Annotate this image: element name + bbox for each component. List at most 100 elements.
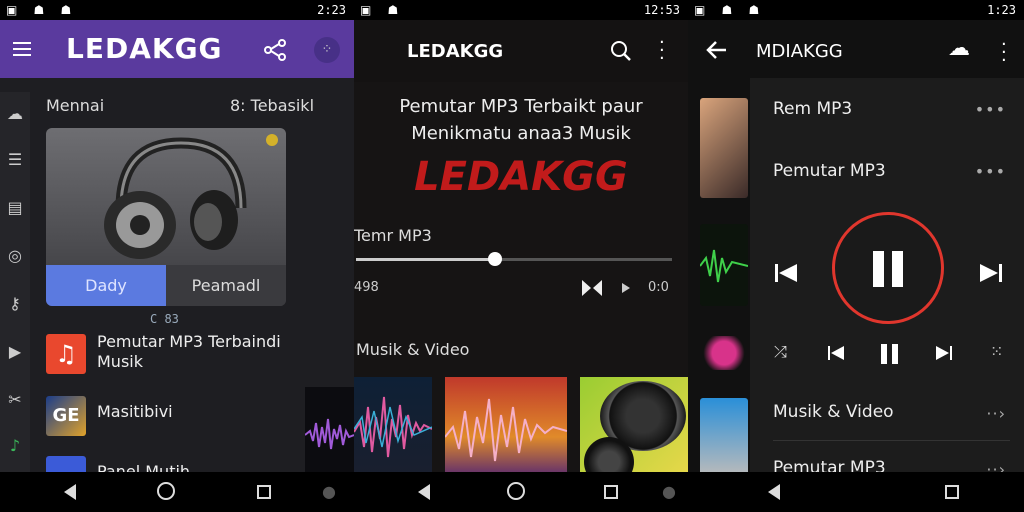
more-dots-icon[interactable]: •••: [975, 100, 1006, 119]
section-title: Musik & Video: [356, 340, 470, 359]
recents-icon[interactable]: [254, 482, 274, 502]
pause-icon: [892, 251, 903, 287]
shuffle-icon[interactable]: ⤮: [774, 342, 787, 362]
player-item-label[interactable]: Rem MP3: [773, 99, 852, 119]
equalizer-icon[interactable]: ♪: [5, 436, 25, 456]
status-time: 2:23: [317, 3, 346, 17]
pause-small-icon[interactable]: [880, 344, 900, 364]
cloud-icon[interactable]: ☁: [5, 104, 25, 124]
screen-now-playing: ▣ ☗ 12:53 LEDAKGG · · · Pemutar MP3 Terbai…: [354, 0, 688, 512]
notification-icons: ▣ ☗ ☗: [6, 3, 78, 17]
next-small-icon[interactable]: [936, 346, 952, 360]
home-icon[interactable]: [507, 482, 527, 502]
gallery-thumbnail: [700, 398, 748, 476]
playlist-icon[interactable]: ▤: [5, 198, 25, 218]
scissors-icon[interactable]: ✂: [5, 390, 25, 410]
home-icon[interactable]: [157, 482, 177, 502]
seek-progress: [356, 258, 496, 261]
section-filter[interactable]: 8: Tebasikl: [230, 96, 314, 115]
status-time: 12:53: [643, 3, 680, 17]
loading-icon[interactable]: ⁘: [314, 37, 340, 63]
back-icon[interactable]: [414, 482, 434, 502]
play-small-icon[interactable]: [622, 283, 630, 293]
divider: [773, 440, 1010, 441]
app-title: LEDAKGG: [407, 41, 504, 62]
app-bar: LEDAKGG ⁘: [0, 20, 354, 78]
previous-icon[interactable]: [775, 264, 797, 282]
previous-small-icon[interactable]: [828, 346, 844, 360]
recents-icon[interactable]: [601, 482, 621, 502]
headphones-image: [104, 137, 247, 259]
list-item[interactable]: ♫ Pemutar MP3 Terbaindi Musik: [46, 330, 286, 376]
screen-mini-player: ▣ ☗ ☗ 1:23 MDIAKGG ☁ · · · Rem MP3 ••• Pem…: [688, 0, 1024, 512]
search-icon[interactable]: [609, 39, 633, 63]
key-icon[interactable]: ⚷: [5, 294, 25, 314]
player-item-label[interactable]: Pemutar MP3: [773, 161, 886, 181]
app-thumbnail: [46, 456, 86, 472]
app-title: LEDAKGG: [66, 32, 223, 65]
more-icon[interactable]: · · ·: [1001, 36, 1007, 70]
headline: Pemutar MP3 Terbaikt paur Menikmatu anaa…: [399, 96, 643, 144]
section-title: Mennai: [46, 96, 105, 115]
more-dots-icon[interactable]: •••: [975, 162, 1006, 181]
menu-icon[interactable]: [13, 40, 33, 58]
pause-button[interactable]: [832, 212, 944, 324]
pause-icon: [873, 251, 884, 287]
badge-icon: [266, 134, 278, 146]
avatar-icon: ●: [322, 482, 336, 501]
list-icon[interactable]: ☰: [5, 150, 25, 170]
notification-icons: ▣ ☗ ☗: [694, 3, 766, 17]
video-tile[interactable]: [354, 377, 433, 477]
status-bar: ▣ ☗ ☗ 1:23: [688, 0, 1024, 20]
waveform-thumbnail: [305, 387, 354, 472]
system-nav: ●: [0, 472, 354, 512]
brand-logo: LEDAKGG: [414, 154, 628, 200]
list-item[interactable]: Panel Mutih: [46, 452, 286, 472]
time-end: 0:0: [648, 280, 669, 295]
notification-icons: ▣ ☗: [360, 3, 405, 17]
system-nav: [688, 472, 1024, 512]
featured-card[interactable]: Dady Peamadl: [46, 128, 286, 306]
disc-icon[interactable]: ◎: [5, 246, 25, 266]
repeat-icon[interactable]: ⁙: [990, 342, 1003, 361]
list-item-label: Masitibivi: [97, 402, 173, 421]
track-label: Temr MP3: [354, 226, 432, 245]
gallery-thumbnail: [699, 224, 749, 306]
screen-library: ▣ ☗ ☗ 2:23 LEDAKGG ⁘ ☁ ☰ ▤ ◎ ⚷ ▶ ✂ ♪ Men…: [0, 0, 354, 512]
card-button-left[interactable]: Dady: [46, 265, 166, 306]
time-elapsed: 498: [354, 280, 379, 295]
speaker-tile[interactable]: [580, 377, 688, 477]
cloud-icon[interactable]: ☁: [948, 36, 970, 61]
player-panel: Rem MP3 ••• Pemutar MP3 ••• ⤮ ⁙ Musik & …: [750, 78, 1024, 479]
arrow-dots-icon[interactable]: ··›: [986, 404, 1006, 423]
music-note-icon: ♫: [46, 334, 86, 374]
next-icon[interactable]: [980, 264, 1002, 282]
status-bar: ▣ ☗ 12:53: [354, 0, 688, 20]
list-item-label: Pemutar MP3 Terbaindi Musik: [97, 332, 281, 371]
app-title: MDIAKGG: [756, 41, 843, 62]
bottom-item-label[interactable]: Musik & Video: [773, 402, 894, 422]
app-bar: MDIAKGG ☁ · · ·: [688, 20, 1024, 80]
share-icon[interactable]: [263, 38, 287, 62]
list-item-label: Panel Mutih: [97, 462, 191, 472]
gallery-thumbnail: [700, 336, 748, 370]
seek-thumb[interactable]: [488, 252, 503, 266]
list-item[interactable]: GE Masitibivi: [46, 392, 286, 438]
card-caption: C 83: [150, 312, 179, 326]
video-tile[interactable]: [444, 377, 568, 477]
more-icon[interactable]: · · ·: [659, 34, 665, 68]
card-button-right[interactable]: Peamadl: [166, 265, 286, 306]
app-bar: LEDAKGG · · ·: [354, 20, 688, 82]
video-thumbnail: GE: [46, 396, 86, 436]
back-icon[interactable]: [60, 482, 80, 502]
seek-bar[interactable]: [356, 252, 672, 266]
back-arrow-icon[interactable]: [706, 40, 728, 60]
back-icon[interactable]: [764, 482, 784, 502]
side-rail: ☁ ☰ ▤ ◎ ⚷ ▶ ✂ ♪: [0, 92, 30, 472]
avatar-icon: ●: [662, 482, 676, 501]
system-nav: ●: [354, 472, 688, 512]
play-icon[interactable]: ▶: [5, 342, 25, 362]
gallery-thumbnail: [700, 98, 748, 198]
recents-icon[interactable]: [942, 482, 962, 502]
skip-icon[interactable]: [582, 280, 602, 296]
